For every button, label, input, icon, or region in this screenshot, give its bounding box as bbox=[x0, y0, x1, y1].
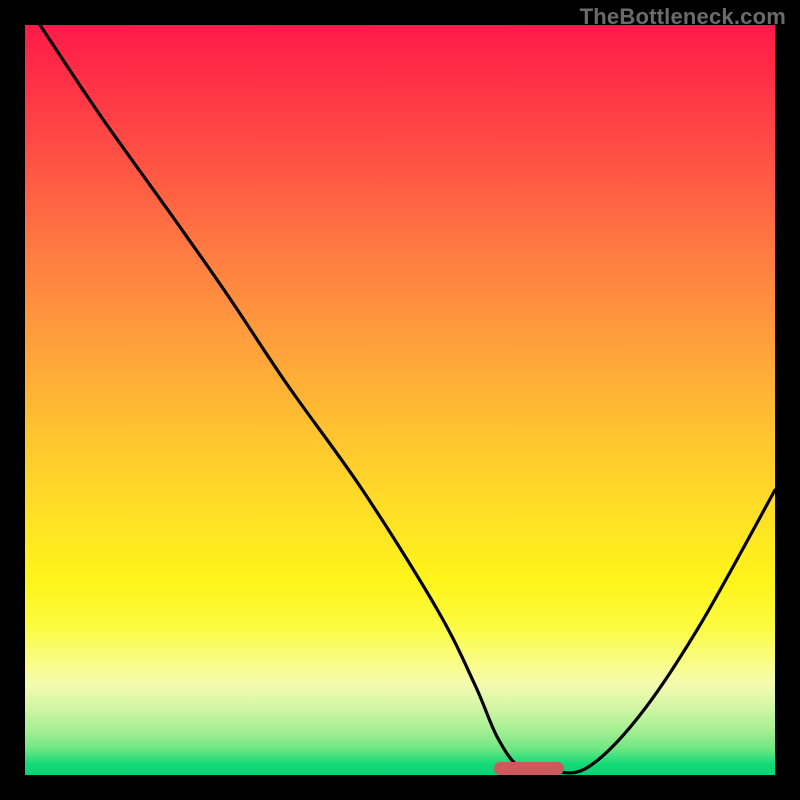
chart-frame: TheBottleneck.com bbox=[0, 0, 800, 800]
curve-svg bbox=[25, 25, 775, 775]
bottleneck-curve-path bbox=[40, 25, 775, 773]
optimum-marker bbox=[494, 762, 564, 775]
plot-area bbox=[25, 25, 775, 775]
